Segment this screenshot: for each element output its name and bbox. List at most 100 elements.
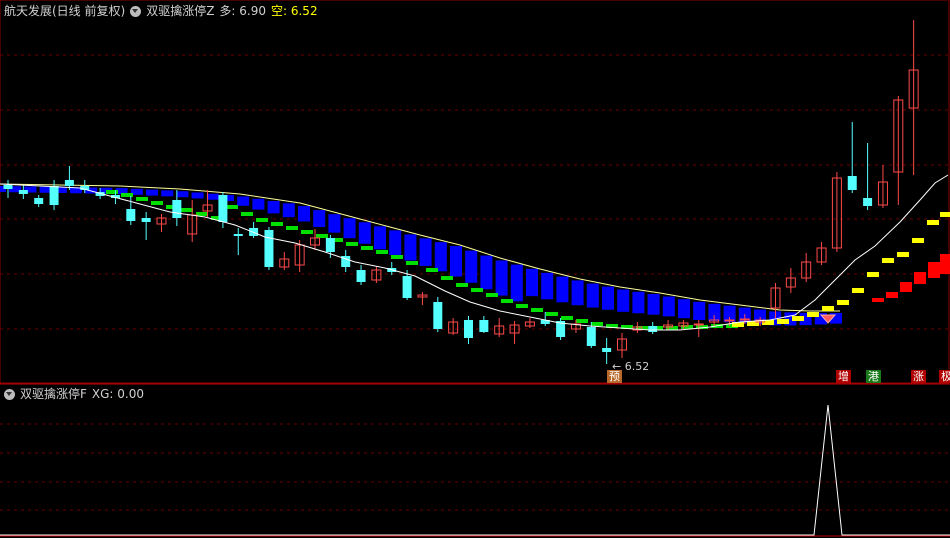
channel-block [450, 246, 462, 277]
channel-block [526, 268, 538, 297]
yellow-bar [867, 272, 879, 277]
green-bar [546, 312, 558, 316]
indicator-name[interactable]: 双驱擒涨停Z [146, 4, 214, 18]
channel-block [602, 286, 614, 310]
duo-value: 多: 6.90 [219, 4, 266, 18]
channel-block [191, 192, 204, 199]
sub-panel-header: 双驱擒涨停F XG: 0.00 [4, 387, 149, 401]
yellow-bar [912, 238, 924, 243]
channel-block [617, 289, 630, 312]
signal-ji: 极 [939, 370, 950, 383]
channel-block [176, 191, 189, 198]
green-bar [531, 308, 543, 312]
green-bar [456, 283, 468, 287]
candle-body [325, 238, 335, 252]
main-panel-header: 航天发展(日线 前复权) 双驱擒涨停Z 多: 6.90 空: 6.52 [4, 4, 323, 18]
channel-block [571, 280, 584, 306]
channel-block [465, 250, 478, 283]
green-bar [516, 304, 528, 308]
green-bar [591, 322, 603, 326]
candle-body [49, 186, 59, 205]
green-bar [136, 197, 148, 201]
candle-body [693, 323, 704, 326]
green-bar [271, 222, 283, 226]
channel-block [374, 226, 386, 250]
green-bar [441, 276, 453, 280]
candle-body [863, 198, 873, 206]
yellow-bar [777, 319, 789, 324]
candle-body [739, 318, 750, 321]
candle-body [402, 276, 412, 298]
candle-body [464, 320, 473, 338]
stock-title[interactable]: 航天发展(日线 前复权) [4, 4, 125, 18]
green-bar [181, 208, 193, 212]
candle-body [602, 348, 612, 352]
candle-body [3, 185, 13, 189]
candle-body [479, 320, 489, 332]
channel-block [434, 242, 447, 272]
yellow-bar [792, 316, 804, 321]
red-bar [928, 262, 940, 278]
yellow-bar [852, 288, 864, 293]
green-bar [226, 205, 238, 209]
green-bar [241, 212, 253, 216]
yellow-bar [882, 258, 894, 263]
channel-block [252, 198, 265, 210]
channel-block [237, 196, 250, 206]
candle-body [586, 327, 596, 346]
sub-indicator-name[interactable]: 双驱擒涨停F [20, 387, 87, 401]
yellow-bar [807, 312, 819, 317]
channel-block [632, 291, 645, 314]
green-bar [286, 226, 298, 230]
candle-body [172, 200, 182, 218]
channel-block [404, 234, 417, 261]
signal-gang: 港 [866, 370, 881, 383]
channel-block [480, 255, 493, 290]
candle-body [433, 302, 443, 329]
channel-block [313, 210, 326, 228]
channel-block [419, 238, 432, 266]
candle-body [847, 176, 857, 190]
signal-zeng: 增 [836, 370, 851, 383]
channel-block [389, 230, 402, 255]
green-bar [391, 255, 403, 259]
green-bar [376, 250, 388, 254]
candle-body [233, 234, 243, 236]
candle-body [18, 190, 28, 194]
green-bar [486, 293, 498, 297]
green-bar [361, 246, 373, 250]
green-bar [106, 190, 118, 194]
red-bar [940, 254, 950, 274]
sub-indicator-dropdown-icon[interactable] [4, 388, 15, 400]
xg-value: XG: 0.00 [91, 387, 145, 401]
green-bar [301, 230, 313, 234]
red-bar [886, 292, 898, 298]
channel-block [146, 189, 158, 196]
chart-canvas[interactable]: ← 6.52 [0, 0, 950, 538]
channel-block [206, 193, 219, 200]
signal-zhang: 涨 [911, 370, 926, 383]
channel-block [541, 272, 554, 300]
signal-yu: 预 [607, 370, 622, 383]
channel-block [586, 283, 599, 308]
yellow-bar [927, 220, 939, 225]
yellow-bar [897, 252, 909, 257]
green-bar [471, 288, 483, 292]
channel-block [358, 222, 371, 244]
green-bar [576, 319, 588, 323]
green-bar [406, 261, 418, 265]
kong-value: 空: 6.52 [271, 4, 318, 18]
candle-body [64, 180, 74, 186]
channel-block [495, 260, 508, 296]
candle-body [724, 319, 735, 322]
channel-block [647, 294, 660, 315]
candle-body [34, 198, 44, 204]
candle-body [648, 326, 658, 332]
yellow-bar [940, 212, 950, 217]
green-bar [346, 242, 358, 246]
green-bar [501, 299, 513, 303]
indicator-dropdown-icon[interactable] [130, 5, 142, 17]
yellow-bar [822, 306, 834, 311]
channel-block [678, 299, 690, 319]
channel-block [556, 276, 569, 303]
